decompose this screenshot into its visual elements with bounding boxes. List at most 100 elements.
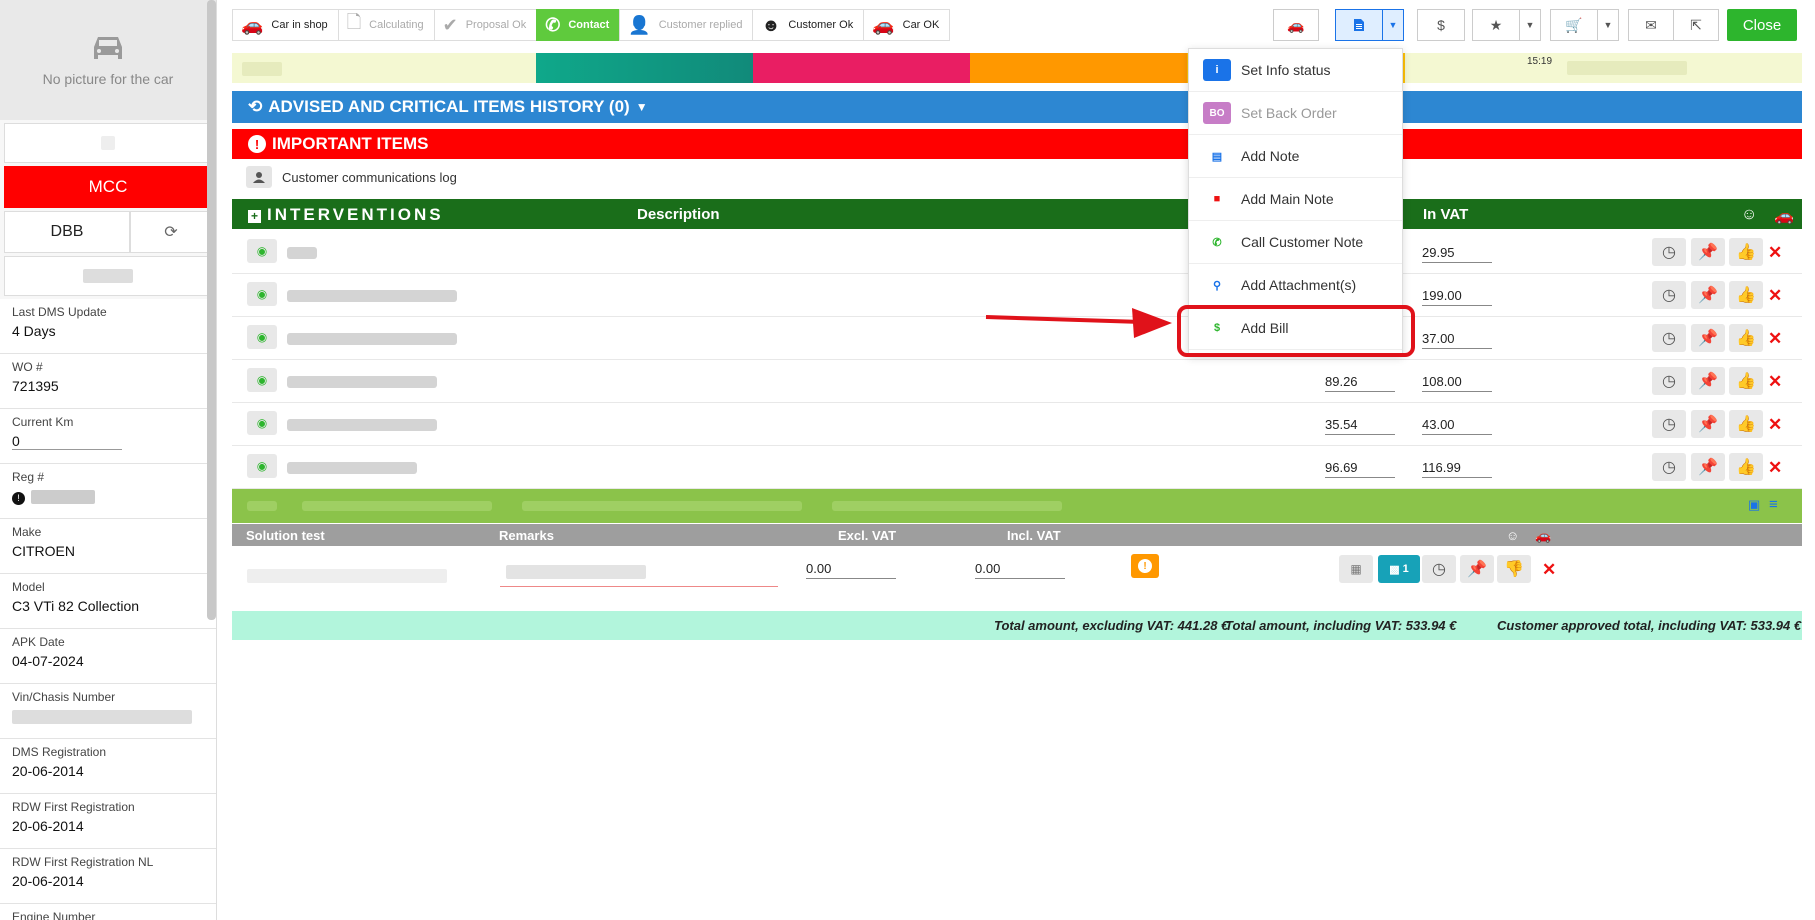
- clock-button[interactable]: ◷: [1652, 410, 1686, 438]
- sidebar-field: DMS Registration 20-06-2014: [0, 739, 216, 794]
- calculator-button[interactable]: ▦: [1339, 555, 1373, 583]
- price-incl-vat[interactable]: 199.00: [1422, 288, 1492, 306]
- caret-down-icon: ▼: [1388, 20, 1398, 30]
- menu-item-add-note[interactable]: ▤ Add Note: [1189, 135, 1402, 178]
- close-button[interactable]: Close: [1727, 9, 1797, 41]
- delete-icon[interactable]: ✕: [1768, 458, 1782, 478]
- favorite-button[interactable]: ★: [1472, 9, 1520, 41]
- approve-button[interactable]: 👍: [1729, 324, 1763, 352]
- status-step[interactable]: ✔ Proposal Ok: [433, 9, 538, 41]
- sidebar-field-label: Last DMS Update: [12, 305, 107, 319]
- current-km-input[interactable]: 0: [12, 433, 122, 450]
- price-excl-vat[interactable]: 96.69: [1325, 460, 1395, 478]
- favorite-dropdown-toggle[interactable]: ▼: [1519, 9, 1541, 41]
- clock-button[interactable]: ◷: [1652, 281, 1686, 309]
- approve-button[interactable]: 👍: [1729, 238, 1763, 266]
- thumbs-up-icon: 👍: [1736, 459, 1756, 476]
- status-step[interactable]: ✆ Contact: [536, 9, 621, 41]
- list-icon[interactable]: ≡: [1769, 496, 1778, 513]
- delete-icon[interactable]: ✕: [1542, 560, 1556, 580]
- price-incl-vat[interactable]: 29.95: [1422, 245, 1492, 263]
- delete-icon[interactable]: ✕: [1768, 243, 1782, 263]
- cart-button[interactable]: 🛒: [1550, 9, 1598, 41]
- pin-button[interactable]: 📌: [1691, 324, 1725, 352]
- pin-button[interactable]: 📌: [1691, 453, 1725, 481]
- menu-item-call-customer-note[interactable]: ✆ Call Customer Note: [1189, 221, 1402, 264]
- delete-icon[interactable]: ✕: [1768, 415, 1782, 435]
- view-button[interactable]: ◉: [247, 325, 277, 349]
- reg-value: !: [12, 488, 204, 505]
- remarks-input[interactable]: [500, 559, 778, 587]
- email-button[interactable]: ✉: [1628, 9, 1674, 41]
- pin-icon: 📌: [1698, 330, 1718, 347]
- images-button[interactable]: ▩ 1: [1378, 555, 1420, 583]
- clock-button[interactable]: ◷: [1652, 367, 1686, 395]
- eye-icon: ◉: [256, 244, 268, 258]
- pin-button[interactable]: 📌: [1691, 238, 1725, 266]
- sidebar-field-value: CITROEN: [12, 543, 75, 559]
- delete-icon[interactable]: ✕: [1768, 372, 1782, 392]
- status-step[interactable]: 🚗 Car in shop: [232, 9, 339, 41]
- total-incl-vat: Total amount, including VAT: 533.94 €: [1225, 618, 1457, 633]
- view-button[interactable]: ◉: [247, 282, 277, 306]
- clock-icon: ◷: [1662, 373, 1676, 390]
- price-incl-vat[interactable]: 108.00: [1422, 374, 1492, 392]
- approve-button[interactable]: 👍: [1729, 367, 1763, 395]
- clock-button[interactable]: ◷: [1652, 238, 1686, 266]
- status-step[interactable]: 👤 Customer replied: [619, 9, 754, 41]
- thumbs-up-icon: 👍: [1736, 330, 1756, 347]
- approve-button[interactable]: 👍: [1729, 453, 1763, 481]
- view-button[interactable]: ◉: [247, 454, 277, 478]
- dbb-button[interactable]: DBB: [4, 211, 130, 253]
- solution-incl-vat[interactable]: 0.00: [975, 561, 1065, 579]
- approve-button[interactable]: 👍: [1729, 281, 1763, 309]
- menu-item-set-info-status[interactable]: i Set Info status: [1189, 49, 1402, 92]
- customer-communications-log[interactable]: Customer communications log: [246, 166, 457, 188]
- pin-button[interactable]: 📌: [1460, 555, 1494, 583]
- approve-button[interactable]: 👍: [1729, 410, 1763, 438]
- mcc-button[interactable]: MCC: [4, 166, 212, 208]
- sidebar-scrollbar[interactable]: [207, 0, 216, 620]
- view-button[interactable]: ◉: [247, 411, 277, 435]
- status-step[interactable]: 🚗 Car OK: [863, 9, 951, 41]
- customer-approved-total: Customer approved total, including VAT: …: [1497, 618, 1802, 633]
- menu-item-label: Add Attachment(s): [1241, 277, 1357, 293]
- document-dropdown-toggle[interactable]: ▼: [1382, 9, 1404, 41]
- solution-excl-vat[interactable]: 0.00: [806, 561, 896, 579]
- thumbs-down-button[interactable]: 👎: [1497, 555, 1531, 583]
- price-excl-vat[interactable]: 89.26: [1325, 374, 1395, 392]
- status-step[interactable]: 🗋 Calculating: [337, 9, 435, 41]
- pin-button[interactable]: 📌: [1691, 367, 1725, 395]
- menu-item-set-back-order[interactable]: BO Set Back Order: [1189, 92, 1402, 135]
- document-button[interactable]: [1335, 9, 1383, 41]
- plus-square-icon[interactable]: +: [248, 210, 261, 223]
- view-button[interactable]: ◉: [247, 239, 277, 263]
- car-icon: 🚗: [872, 14, 895, 35]
- pin-button[interactable]: 📌: [1691, 281, 1725, 309]
- cart-dropdown-toggle[interactable]: ▼: [1597, 9, 1619, 41]
- price-incl-vat[interactable]: 116.99: [1422, 460, 1492, 478]
- clock-button[interactable]: ◷: [1652, 324, 1686, 352]
- price-incl-vat[interactable]: 43.00: [1422, 417, 1492, 435]
- menu-item-add-attachment-s[interactable]: ⚲ Add Attachment(s): [1189, 264, 1402, 307]
- price-incl-vat[interactable]: 37.00: [1422, 331, 1492, 349]
- important-items-header: ! IMPORTANT ITEMS: [232, 129, 1802, 159]
- delete-icon[interactable]: ✕: [1768, 329, 1782, 349]
- solution-table-header: Solution test Remarks Excl. VAT Incl. VA…: [232, 524, 1802, 546]
- price-button[interactable]: $: [1417, 9, 1465, 41]
- vin-value: [12, 708, 204, 725]
- menu-item-add-main-note[interactable]: ■ Add Main Note: [1189, 178, 1402, 221]
- refresh-button[interactable]: ⟳: [130, 211, 212, 253]
- car-wash-button[interactable]: 🚗: [1273, 9, 1319, 41]
- clock-button[interactable]: ◷: [1652, 453, 1686, 481]
- advised-items-header[interactable]: ⟲ ADVISED AND CRITICAL ITEMS HISTORY (0)…: [232, 91, 1802, 123]
- pdf-icon[interactable]: ▣: [1748, 497, 1760, 513]
- status-step[interactable]: ☻ Customer Ok: [752, 9, 865, 41]
- view-button[interactable]: ◉: [247, 368, 277, 392]
- pin-button[interactable]: 📌: [1691, 410, 1725, 438]
- warning-button[interactable]: !: [1131, 554, 1159, 578]
- delete-icon[interactable]: ✕: [1768, 286, 1782, 306]
- open-external-button[interactable]: ⇱: [1673, 9, 1719, 41]
- clock-button[interactable]: ◷: [1422, 555, 1456, 583]
- price-excl-vat[interactable]: 35.54: [1325, 417, 1395, 435]
